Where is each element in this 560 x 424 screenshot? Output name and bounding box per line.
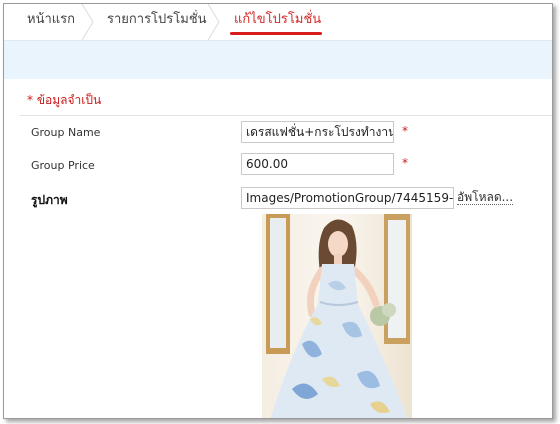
image-label: รูปภาพ [31,193,68,207]
divider [20,115,552,116]
active-tab-indicator [230,32,322,35]
group-name-required-marker: * [402,124,408,138]
toolbar-band [4,40,552,79]
group-name-input[interactable]: เดรสแฟชั่น+กระโปรงทำงาน [241,121,394,143]
image-path-input[interactable]: Images/PromotionGroup/7445159-test.jpg [241,187,454,209]
required-fields-note: * ข้อมูลจำเป็น [27,93,102,107]
upload-button[interactable]: อัพโหลด... [457,190,514,205]
group-price-input[interactable]: 600.00 [241,153,394,175]
breadcrumb-separator-icon [207,4,220,40]
group-price-required-marker: * [402,156,408,170]
breadcrumb-separator-icon [81,4,94,40]
breadcrumb-promotion-list[interactable]: รายการโปรโมชั่น [107,4,207,40]
edit-promotion-window: หน้าแรก รายการโปรโมชั่น แก้ไขโปรโมชั่น *… [3,3,553,419]
group-price-label: Group Price [31,159,95,172]
breadcrumb-home[interactable]: หน้าแรก [27,4,75,40]
group-name-label: Group Name [31,126,101,139]
breadcrumb: หน้าแรก รายการโปรโมชั่น แก้ไขโปรโมชั่น [4,4,552,40]
promotion-image-preview [262,214,412,418]
